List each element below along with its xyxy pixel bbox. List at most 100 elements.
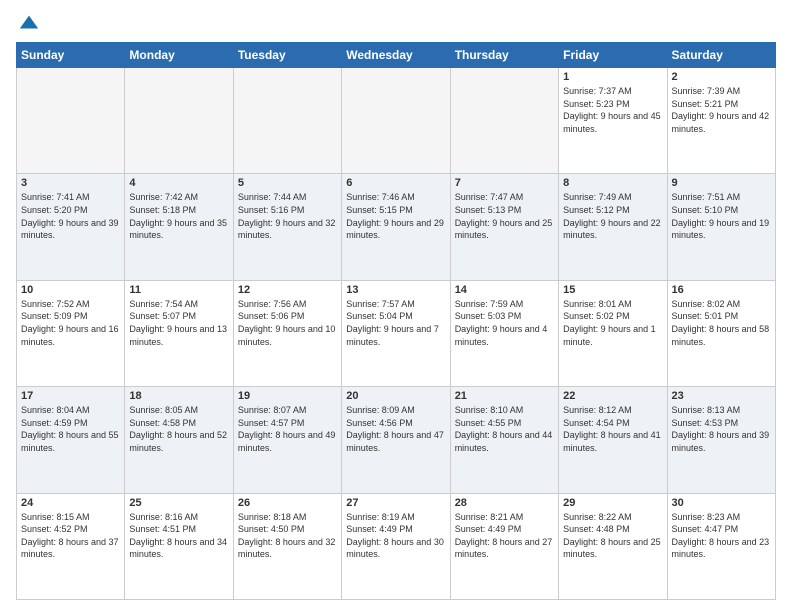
day-number: 15 (563, 284, 662, 296)
calendar-cell: 8 Sunrise: 7:49 AM Sunset: 5:12 PM Daylig… (559, 174, 667, 280)
day-info: Sunrise: 8:09 AM Sunset: 4:56 PM Dayligh… (346, 404, 445, 454)
day-info: Sunrise: 8:16 AM Sunset: 4:51 PM Dayligh… (129, 511, 228, 561)
calendar-cell: 23 Sunrise: 8:13 AM Sunset: 4:53 PM Dayli… (667, 387, 775, 493)
calendar-cell: 2 Sunrise: 7:39 AM Sunset: 5:21 PM Daylig… (667, 68, 775, 174)
day-info: Sunrise: 8:12 AM Sunset: 4:54 PM Dayligh… (563, 404, 662, 454)
calendar-cell (125, 68, 233, 174)
calendar-cell: 24 Sunrise: 8:15 AM Sunset: 4:52 PM Dayli… (17, 493, 125, 599)
day-info: Sunrise: 8:02 AM Sunset: 5:01 PM Dayligh… (672, 298, 771, 348)
calendar-cell: 15 Sunrise: 8:01 AM Sunset: 5:02 PM Dayli… (559, 280, 667, 386)
calendar-week-row: 1 Sunrise: 7:37 AM Sunset: 5:23 PM Daylig… (17, 68, 776, 174)
day-number: 12 (238, 284, 337, 296)
calendar-cell (233, 68, 341, 174)
day-info: Sunrise: 7:47 AM Sunset: 5:13 PM Dayligh… (455, 191, 554, 241)
calendar-cell: 20 Sunrise: 8:09 AM Sunset: 4:56 PM Dayli… (342, 387, 450, 493)
calendar-cell: 22Sunrise: 8:12 AM Sunset: 4:54 PM Dayli… (559, 387, 667, 493)
calendar-cell (17, 68, 125, 174)
day-number: 26 (238, 497, 337, 509)
calendar-cell: 7 Sunrise: 7:47 AM Sunset: 5:13 PM Daylig… (450, 174, 558, 280)
page: SundayMondayTuesdayWednesdayThursdayFrid… (0, 0, 792, 612)
calendar-cell: 16 Sunrise: 8:02 AM Sunset: 5:01 PM Dayli… (667, 280, 775, 386)
day-number: 3 (21, 177, 120, 189)
day-number: 20 (346, 390, 445, 402)
day-number: 28 (455, 497, 554, 509)
day-number: 11 (129, 284, 228, 296)
day-info: Sunrise: 7:46 AM Sunset: 5:15 PM Dayligh… (346, 191, 445, 241)
day-number: 13 (346, 284, 445, 296)
weekday-header-tuesday: Tuesday (233, 43, 341, 68)
day-number: 18 (129, 390, 228, 402)
day-info: Sunrise: 8:10 AM Sunset: 4:55 PM Dayligh… (455, 404, 554, 454)
header (16, 12, 776, 34)
logo-icon (18, 12, 40, 34)
weekday-header-sunday: Sunday (17, 43, 125, 68)
calendar-cell (342, 68, 450, 174)
day-info: Sunrise: 7:59 AM Sunset: 5:03 PM Dayligh… (455, 298, 554, 348)
day-number: 7 (455, 177, 554, 189)
day-info: Sunrise: 7:57 AM Sunset: 5:04 PM Dayligh… (346, 298, 445, 348)
weekday-header-monday: Monday (125, 43, 233, 68)
day-number: 25 (129, 497, 228, 509)
weekday-header-wednesday: Wednesday (342, 43, 450, 68)
day-info: Sunrise: 7:44 AM Sunset: 5:16 PM Dayligh… (238, 191, 337, 241)
day-info: Sunrise: 7:52 AM Sunset: 5:09 PM Dayligh… (21, 298, 120, 348)
day-info: Sunrise: 7:37 AM Sunset: 5:23 PM Dayligh… (563, 85, 662, 135)
day-info: Sunrise: 7:41 AM Sunset: 5:20 PM Dayligh… (21, 191, 120, 241)
calendar-cell: 26Sunrise: 8:18 AM Sunset: 4:50 PM Dayli… (233, 493, 341, 599)
logo (16, 12, 40, 34)
day-info: Sunrise: 7:56 AM Sunset: 5:06 PM Dayligh… (238, 298, 337, 348)
day-number: 23 (672, 390, 771, 402)
weekday-header-thursday: Thursday (450, 43, 558, 68)
calendar-cell: 1 Sunrise: 7:37 AM Sunset: 5:23 PM Daylig… (559, 68, 667, 174)
day-number: 1 (563, 71, 662, 83)
calendar-cell: 9 Sunrise: 7:51 AM Sunset: 5:10 PM Daylig… (667, 174, 775, 280)
day-info: Sunrise: 8:05 AM Sunset: 4:58 PM Dayligh… (129, 404, 228, 454)
day-number: 29 (563, 497, 662, 509)
calendar-cell: 27Sunrise: 8:19 AM Sunset: 4:49 PM Dayli… (342, 493, 450, 599)
day-number: 8 (563, 177, 662, 189)
calendar-cell: 21 Sunrise: 8:10 AM Sunset: 4:55 PM Dayli… (450, 387, 558, 493)
day-info: Sunrise: 7:42 AM Sunset: 5:18 PM Dayligh… (129, 191, 228, 241)
calendar-cell: 6 Sunrise: 7:46 AM Sunset: 5:15 PM Daylig… (342, 174, 450, 280)
calendar-cell (450, 68, 558, 174)
calendar-cell: 17Sunrise: 8:04 AM Sunset: 4:59 PM Dayli… (17, 387, 125, 493)
calendar-cell: 10 Sunrise: 7:52 AM Sunset: 5:09 PM Dayli… (17, 280, 125, 386)
calendar-cell: 13 Sunrise: 7:57 AM Sunset: 5:04 PM Dayli… (342, 280, 450, 386)
weekday-header-row: SundayMondayTuesdayWednesdayThursdayFrid… (17, 43, 776, 68)
day-info: Sunrise: 8:19 AM Sunset: 4:49 PM Dayligh… (346, 511, 445, 561)
weekday-header-friday: Friday (559, 43, 667, 68)
logo-text (16, 12, 40, 34)
calendar-week-row: 17Sunrise: 8:04 AM Sunset: 4:59 PM Dayli… (17, 387, 776, 493)
calendar-table: SundayMondayTuesdayWednesdayThursdayFrid… (16, 42, 776, 600)
day-info: Sunrise: 7:49 AM Sunset: 5:12 PM Dayligh… (563, 191, 662, 241)
weekday-header-saturday: Saturday (667, 43, 775, 68)
calendar-cell: 30Sunrise: 8:23 AM Sunset: 4:47 PM Dayli… (667, 493, 775, 599)
day-info: Sunrise: 8:23 AM Sunset: 4:47 PM Dayligh… (672, 511, 771, 561)
calendar-cell: 29Sunrise: 8:22 AM Sunset: 4:48 PM Dayli… (559, 493, 667, 599)
day-info: Sunrise: 7:51 AM Sunset: 5:10 PM Dayligh… (672, 191, 771, 241)
day-number: 9 (672, 177, 771, 189)
day-number: 24 (21, 497, 120, 509)
day-info: Sunrise: 7:39 AM Sunset: 5:21 PM Dayligh… (672, 85, 771, 135)
day-number: 10 (21, 284, 120, 296)
calendar-cell: 18 Sunrise: 8:05 AM Sunset: 4:58 PM Dayli… (125, 387, 233, 493)
day-number: 14 (455, 284, 554, 296)
day-number: 21 (455, 390, 554, 402)
day-info: Sunrise: 8:15 AM Sunset: 4:52 PM Dayligh… (21, 511, 120, 561)
day-number: 16 (672, 284, 771, 296)
calendar-cell: 28 Sunrise: 8:21 AM Sunset: 4:49 PM Dayli… (450, 493, 558, 599)
calendar-week-row: 24 Sunrise: 8:15 AM Sunset: 4:52 PM Dayli… (17, 493, 776, 599)
day-info: Sunrise: 8:13 AM Sunset: 4:53 PM Dayligh… (672, 404, 771, 454)
calendar-cell: 4Sunrise: 7:42 AM Sunset: 5:18 PM Daylig… (125, 174, 233, 280)
day-number: 6 (346, 177, 445, 189)
day-number: 19 (238, 390, 337, 402)
day-info: Sunrise: 8:21 AM Sunset: 4:49 PM Dayligh… (455, 511, 554, 561)
calendar-cell: 19 Sunrise: 8:07 AM Sunset: 4:57 PM Dayli… (233, 387, 341, 493)
day-info: Sunrise: 8:07 AM Sunset: 4:57 PM Dayligh… (238, 404, 337, 454)
day-info: Sunrise: 8:01 AM Sunset: 5:02 PM Dayligh… (563, 298, 662, 348)
calendar-cell: 12 Sunrise: 7:56 AM Sunset: 5:06 PM Dayli… (233, 280, 341, 386)
day-number: 5 (238, 177, 337, 189)
calendar-cell: 14 Sunrise: 7:59 AM Sunset: 5:03 PM Dayli… (450, 280, 558, 386)
day-number: 2 (672, 71, 771, 83)
calendar-cell: 3 Sunrise: 7:41 AM Sunset: 5:20 PM Daylig… (17, 174, 125, 280)
